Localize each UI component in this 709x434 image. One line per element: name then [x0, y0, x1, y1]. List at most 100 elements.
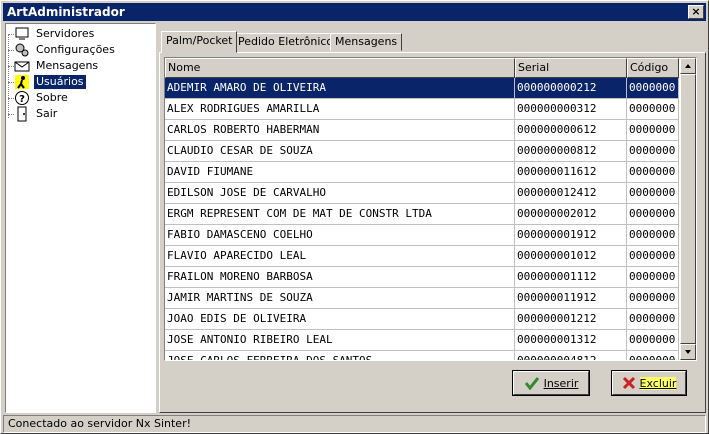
- table-cell: 0000000: [627, 141, 679, 162]
- title-bar[interactable]: ArtAdministrador ×: [3, 3, 706, 21]
- scroll-thumb[interactable]: [680, 74, 696, 344]
- table-cell: EDILSON JOSE DE CARVALHO: [165, 183, 515, 204]
- table-cell: ERGM REPRESENT COM DE MAT DE CONSTR LTDA: [165, 204, 515, 225]
- table-cell: 000000011612: [515, 162, 627, 183]
- table-cell: 000000000212: [515, 78, 627, 99]
- tab-strip: Palm/Pocket Pedido Eletrônico Mensagens: [159, 31, 706, 53]
- table-cell: 000000001112: [515, 267, 627, 288]
- gears-icon: [14, 42, 30, 58]
- tab-palm-pocket[interactable]: Palm/Pocket: [161, 31, 238, 53]
- tab-mensagens[interactable]: Mensagens: [330, 33, 403, 51]
- table-cell: 0000000: [627, 246, 679, 267]
- status-bar: Conectado ao servidor Nx Sinter!: [3, 415, 706, 433]
- door-exit-icon: [14, 106, 30, 122]
- table-row[interactable]: JOSE CARLOS FERREIRA DOS SANTOS 000000004…: [165, 351, 679, 360]
- table-cell: CLAUDIO CESAR DE SOUZA: [165, 141, 515, 162]
- table-cell: 000000000612: [515, 120, 627, 141]
- arrow-up-icon: [685, 64, 691, 68]
- table-row[interactable]: CLAUDIO CESAR DE SOUZA 000000000812 000000…: [165, 141, 679, 162]
- tree-item-label: Mensagens: [36, 59, 99, 72]
- nav-tree: Servidores Configurações Mensagens Usuár…: [5, 23, 156, 413]
- table-row[interactable]: ADEMIR AMARO DE OLIVEIRA 000000000212 0000…: [165, 78, 679, 99]
- tree-item-usuarios[interactable]: Usuários: [14, 74, 86, 90]
- table-cell: 0000000: [627, 120, 679, 141]
- question-icon: ?: [14, 90, 30, 106]
- column-header-serial[interactable]: Serial: [515, 58, 627, 78]
- table-row[interactable]: EDILSON JOSE DE CARVALHO 000000012412 0000…: [165, 183, 679, 204]
- table-cell: FLAVIO APARECIDO LEAL: [165, 246, 515, 267]
- tree-item-mensagens[interactable]: Mensagens: [14, 58, 100, 74]
- table-cell: ALEX RODRIGUES AMARILLA: [165, 99, 515, 120]
- column-header-nome[interactable]: Nome: [165, 58, 515, 78]
- tree-item-label: Servidores: [36, 27, 95, 40]
- table-cell: 0000000: [627, 204, 679, 225]
- table-row[interactable]: CARLOS ROBERTO HABERMAN 000000000612 00000…: [165, 120, 679, 141]
- table-cell: 000000000312: [515, 99, 627, 120]
- main-panel: Palm/Pocket Pedido Eletrônico Mensagens …: [159, 23, 706, 413]
- table-row[interactable]: FLAVIO APARECIDO LEAL 000000001012 0000000: [165, 246, 679, 267]
- table-cell: 0000000: [627, 183, 679, 204]
- user-walking-icon: [14, 74, 30, 90]
- table-cell: 000000002012: [515, 204, 627, 225]
- scroll-down-button[interactable]: [680, 344, 696, 360]
- arrow-down-icon: [685, 350, 691, 354]
- tab-content: Nome Serial Código ADEMIR AMARO DE OLIVE…: [159, 52, 706, 413]
- table-row[interactable]: JOAO EDIS DE OLIVEIRA 000000001212 0000000: [165, 309, 679, 330]
- tree-connector-line: [8, 34, 9, 118]
- table-cell: 000000001912: [515, 225, 627, 246]
- table-cell: 000000004812: [515, 351, 627, 360]
- table-cell: ADEMIR AMARO DE OLIVEIRA: [165, 78, 515, 99]
- svg-text:?: ?: [19, 94, 25, 105]
- table-row[interactable]: ERGM REPRESENT COM DE MAT DE CONSTR LTDA…: [165, 204, 679, 225]
- table-cell: 0000000: [627, 225, 679, 246]
- vertical-scrollbar[interactable]: [680, 58, 696, 360]
- table-cell: DAVID FIUMANE: [165, 162, 515, 183]
- table-row[interactable]: JAMIR MARTINS DE SOUZA 000000011912 000000…: [165, 288, 679, 309]
- table-row[interactable]: JOSE ANTONIO RIBEIRO LEAL 000000001312 000…: [165, 330, 679, 351]
- table-row[interactable]: ALEX RODRIGUES AMARILLA 000000000312 00000…: [165, 99, 679, 120]
- close-button[interactable]: ×: [688, 5, 704, 19]
- table-cell: 000000012412: [515, 183, 627, 204]
- table-cell: 0000000: [627, 288, 679, 309]
- tab-pedido-eletronico[interactable]: Pedido Eletrônico: [233, 33, 339, 51]
- table-cell: 000000011912: [515, 288, 627, 309]
- window-title: ArtAdministrador: [7, 5, 125, 19]
- tree-item-sobre[interactable]: ? Sobre: [14, 90, 70, 106]
- column-header-codigo[interactable]: Código: [627, 58, 679, 78]
- table-cell: 0000000: [627, 351, 679, 360]
- tree-item-label: Usuários: [34, 75, 86, 89]
- app-window: ArtAdministrador × Servidores Configuraç…: [0, 0, 709, 434]
- x-mark-icon: [622, 376, 636, 390]
- table-cell: CARLOS ROBERTO HABERMAN: [165, 120, 515, 141]
- table-cell: JOSE ANTONIO RIBEIRO LEAL: [165, 330, 515, 351]
- inserir-label: Inserir: [543, 376, 579, 390]
- table-row[interactable]: DAVID FIUMANE 000000011612 0000000: [165, 162, 679, 183]
- table-cell: 0000000: [627, 162, 679, 183]
- grid-body: ADEMIR AMARO DE OLIVEIRA 000000000212 0000…: [165, 78, 679, 360]
- table-cell: 0000000: [627, 78, 679, 99]
- table-row[interactable]: FABIO DAMASCENO COELHO 000000001912 000000…: [165, 225, 679, 246]
- grid-header: Nome Serial Código: [165, 58, 679, 78]
- table-cell: 000000000812: [515, 141, 627, 162]
- tree-item-label: Sair: [36, 107, 58, 120]
- tree-item-label: Sobre: [36, 91, 68, 104]
- users-grid[interactable]: Nome Serial Código ADEMIR AMARO DE OLIVE…: [164, 57, 697, 361]
- excluir-button[interactable]: Excluir: [611, 370, 687, 396]
- tree-item-servidores[interactable]: Servidores: [14, 26, 96, 42]
- monitor-icon: [14, 26, 30, 42]
- table-cell: 0000000: [627, 267, 679, 288]
- table-row[interactable]: FRAILON MORENO BARBOSA 000000001112 000000…: [165, 267, 679, 288]
- inserir-button[interactable]: Inserir: [512, 370, 590, 396]
- table-cell: JOSE CARLOS FERREIRA DOS SANTOS: [165, 351, 515, 360]
- tree-item-configuracoes[interactable]: Configurações: [14, 42, 117, 58]
- table-cell: 000000001212: [515, 309, 627, 330]
- checkmark-icon: [524, 376, 540, 390]
- scroll-up-button[interactable]: [680, 58, 696, 74]
- tree-item-sair[interactable]: Sair: [14, 106, 59, 122]
- table-cell: 0000000: [627, 309, 679, 330]
- table-cell: 0000000: [627, 330, 679, 351]
- tree-item-label: Configurações: [36, 43, 115, 56]
- table-cell: JOAO EDIS DE OLIVEIRA: [165, 309, 515, 330]
- envelope-icon: [14, 58, 30, 74]
- table-cell: FABIO DAMASCENO COELHO: [165, 225, 515, 246]
